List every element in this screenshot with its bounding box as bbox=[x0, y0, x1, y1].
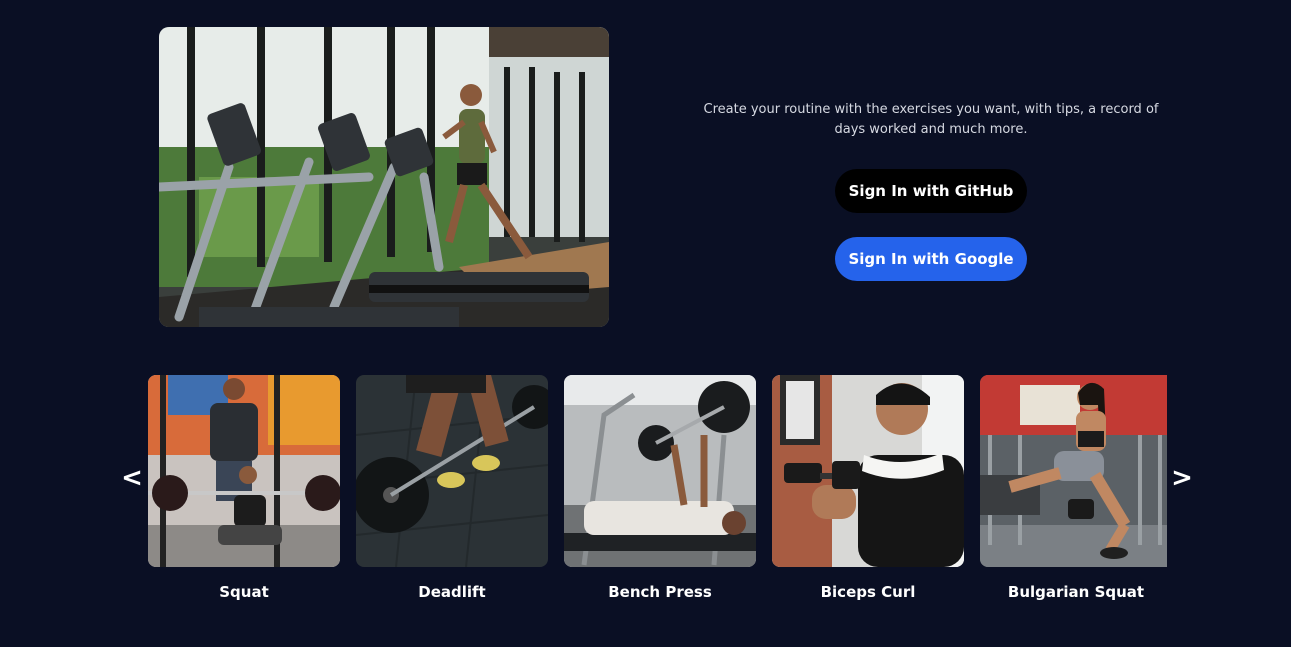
exercise-image bbox=[148, 375, 340, 567]
sign-in-google-button[interactable]: Sign In with Google bbox=[835, 237, 1027, 281]
exercise-card-biceps-curl[interactable]: Biceps Curl bbox=[772, 375, 964, 601]
exercise-image bbox=[564, 375, 756, 567]
exercise-card-bulgarian-squat[interactable]: Bulgarian Squat bbox=[980, 375, 1172, 601]
exercise-title: Squat bbox=[219, 583, 269, 601]
page: Create your routine with the exercises y… bbox=[0, 0, 1291, 647]
exercise-card-deadlift[interactable]: Deadlift bbox=[356, 375, 548, 601]
sign-in-github-button[interactable]: Sign In with GitHub bbox=[835, 169, 1027, 213]
exercise-card-squat[interactable]: Squat bbox=[148, 375, 340, 601]
exercise-image bbox=[772, 375, 964, 567]
exercise-card-bench-press[interactable]: Bench Press bbox=[564, 375, 756, 601]
intro-text: Create your routine with the exercises y… bbox=[703, 102, 1159, 137]
carousel-prev-button[interactable]: < bbox=[121, 458, 143, 498]
exercise-title: Deadlift bbox=[418, 583, 486, 601]
exercise-title: Bench Press bbox=[608, 583, 712, 601]
exercise-title: Biceps Curl bbox=[820, 583, 916, 601]
exercise-title: Bulgarian Squat bbox=[1007, 583, 1145, 601]
hero-image bbox=[159, 27, 609, 327]
exercise-image bbox=[980, 375, 1167, 567]
exercise-image bbox=[356, 375, 548, 567]
carousel-next-button[interactable]: > bbox=[1171, 458, 1193, 498]
